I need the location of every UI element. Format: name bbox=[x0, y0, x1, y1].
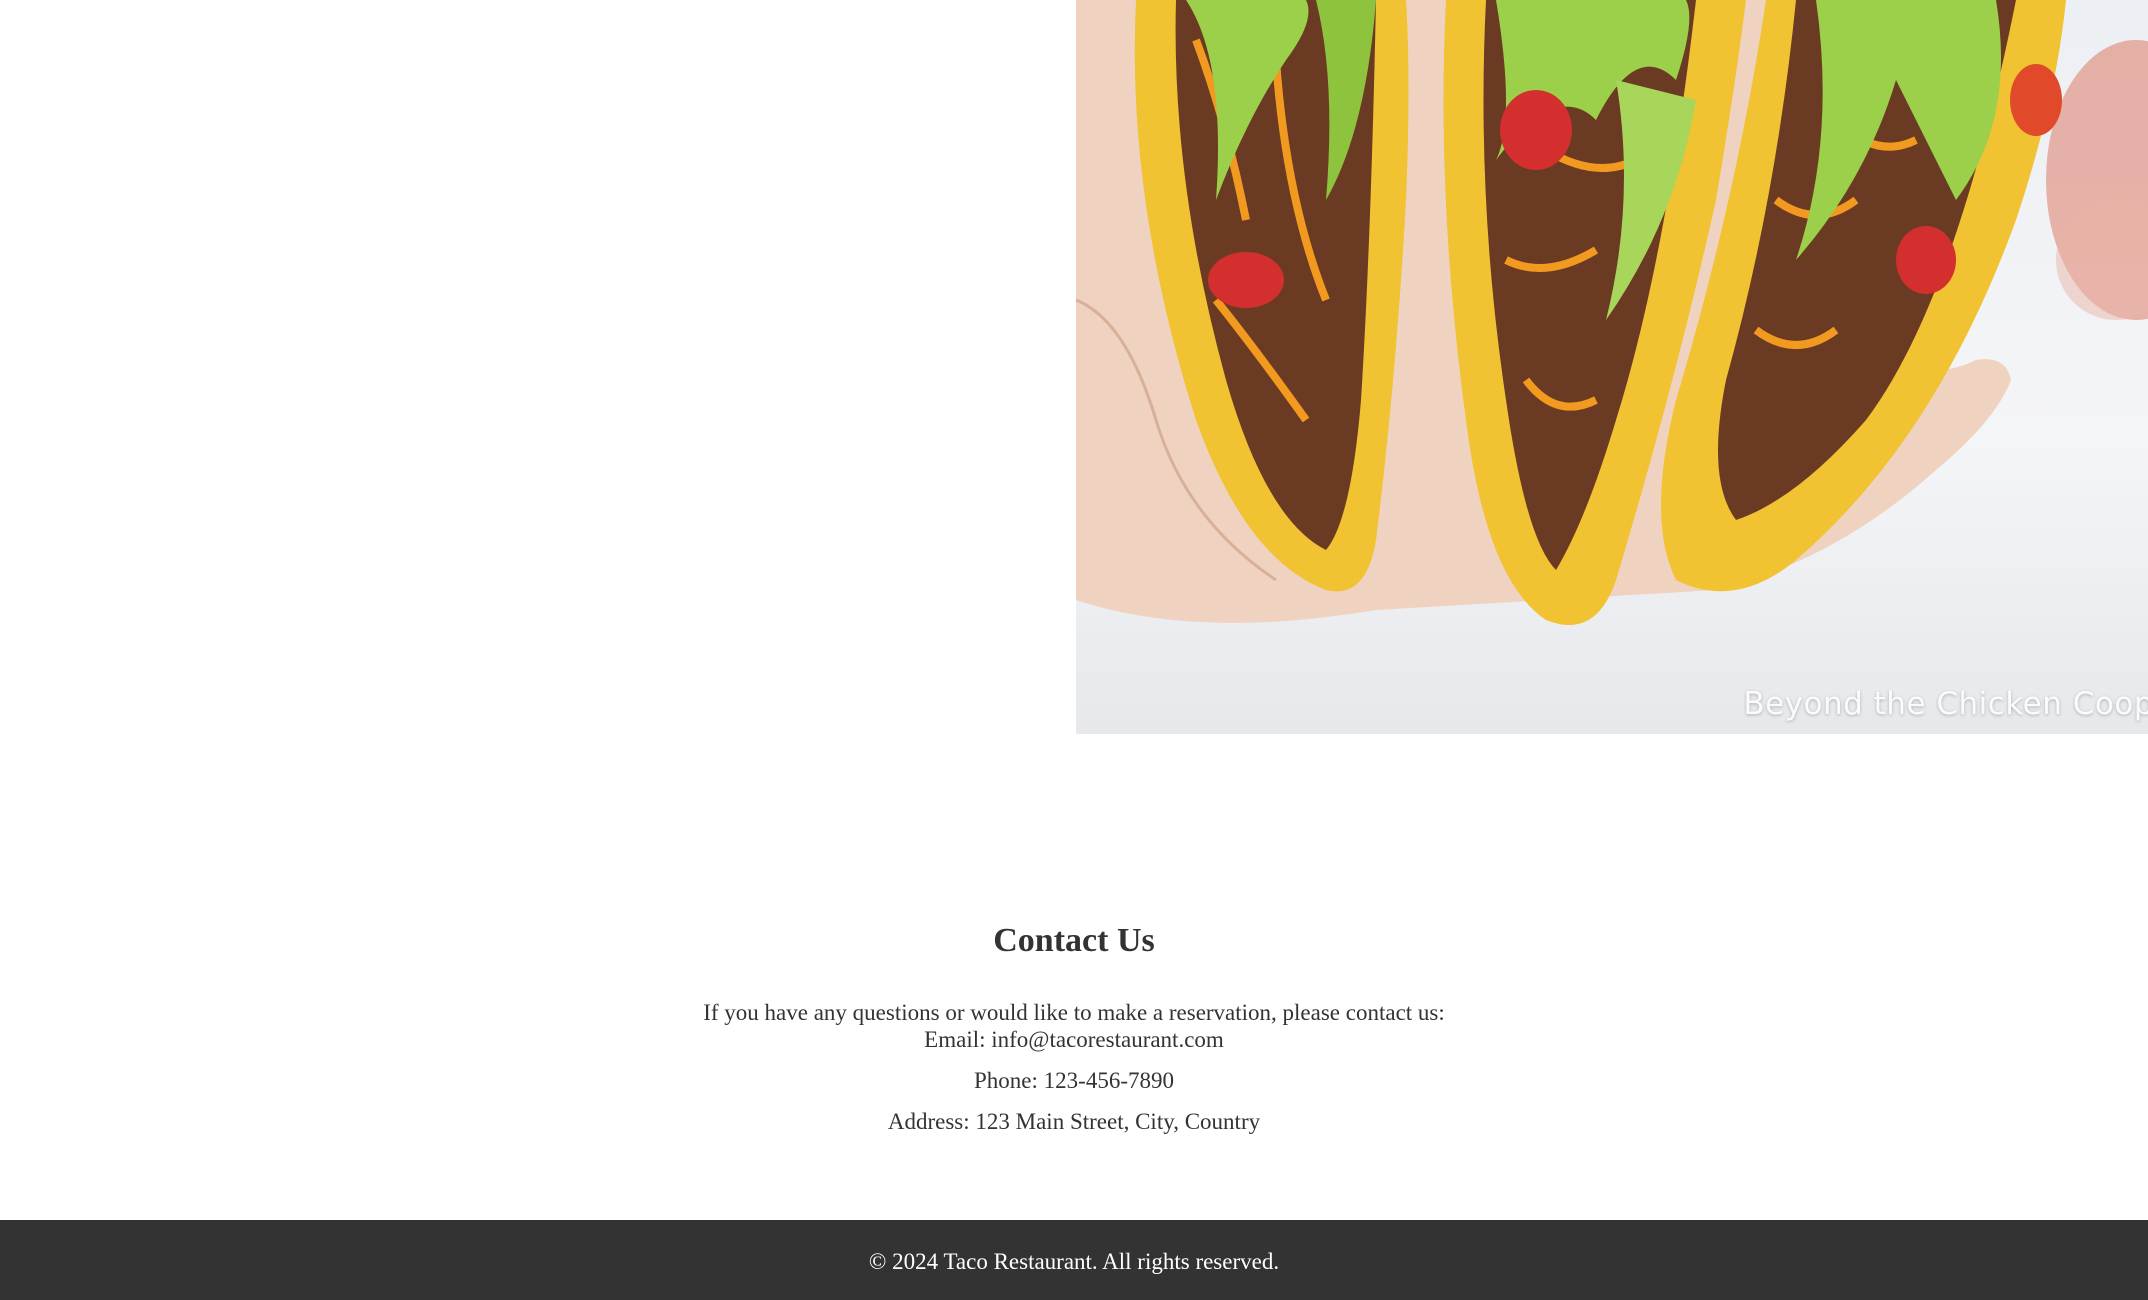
contact-phone: Phone: 123-456-7890 bbox=[974, 1068, 1174, 1093]
site-footer: © 2024 Taco Restaurant. All rights reser… bbox=[0, 1220, 2148, 1300]
tacos-photo: Beyond the Chicken Coop bbox=[1076, 0, 2148, 734]
contact-address: Address: 123 Main Street, City, Country bbox=[887, 1109, 1261, 1134]
tacos-illustration bbox=[1076, 0, 2148, 625]
contact-email: Email: info@tacorestaurant.com bbox=[924, 1027, 1224, 1052]
photo-watermark: Beyond the Chicken Coop bbox=[1743, 686, 2148, 722]
contact-section: Contact Us If you have any questions or … bbox=[0, 905, 2148, 1135]
contact-intro: If you have any questions or would like … bbox=[703, 1000, 1445, 1025]
page: Beyond the Chicken Coop Contact Us If yo… bbox=[0, 0, 2148, 1300]
contact-details: If you have any questions or would like … bbox=[0, 999, 2148, 1135]
footer-copyright: © 2024 Taco Restaurant. All rights reser… bbox=[868, 1249, 1280, 1274]
contact-title: Contact Us bbox=[993, 922, 1155, 959]
